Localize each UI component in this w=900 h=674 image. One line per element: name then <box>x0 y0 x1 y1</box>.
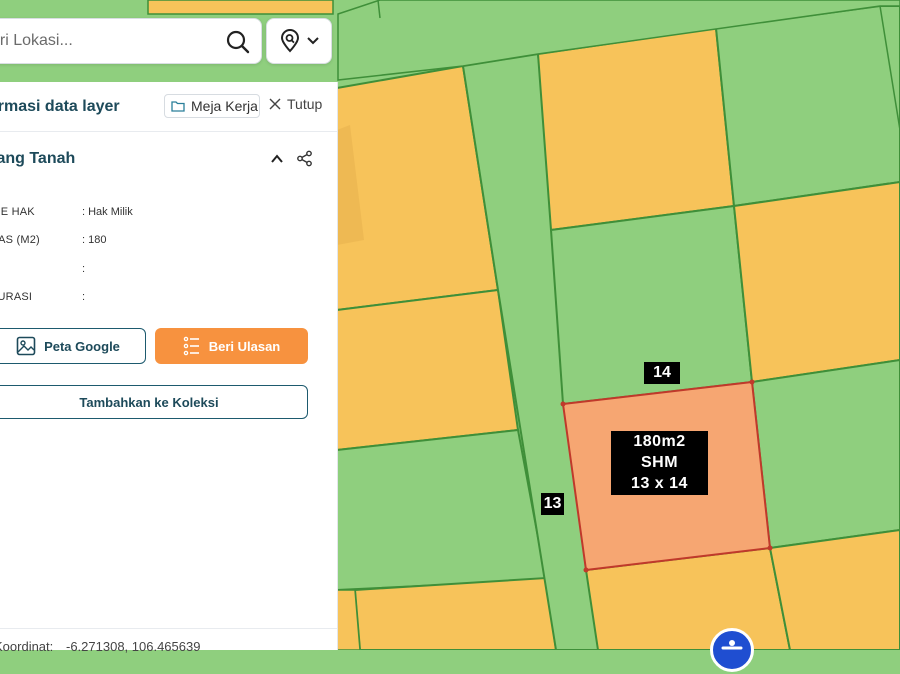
accessibility-icon <box>721 640 743 650</box>
add-to-collection-label: Tambahkan ke Koleksi <box>79 394 219 410</box>
parcel-info-label: 180m2 SHM 13 x 14 <box>611 431 708 495</box>
attribute-value: : <box>82 291 86 303</box>
accessibility-button[interactable] <box>710 628 754 672</box>
folder-icon <box>171 101 185 112</box>
attribute-value: : 180 <box>82 234 107 246</box>
chevron-up-icon[interactable] <box>270 152 284 166</box>
review-button[interactable]: Beri Ulasan <box>155 328 308 364</box>
parcel-dimension-label-top: 14 <box>644 362 680 384</box>
list-icon <box>183 336 199 356</box>
parcel-area-text: 180m2 <box>633 433 686 450</box>
google-maps-label: Peta Google <box>44 338 120 354</box>
chevron-down-icon <box>307 37 319 45</box>
meja-kerja-label: Meja Kerja <box>191 98 258 114</box>
coordinate-label: Koordinat: <box>0 639 54 654</box>
meja-kerja-button[interactable]: Meja Kerja <box>164 94 260 118</box>
attribute-label: IB <box>0 263 1 275</box>
parcel-dimension-label-left: 13 <box>541 493 564 515</box>
attribute-value: : Hak Milik <box>82 206 133 218</box>
share-icon[interactable] <box>296 150 313 167</box>
section-title: lang Tanah <box>0 150 76 167</box>
search-bar <box>0 18 262 64</box>
location-dropdown-button[interactable] <box>266 18 332 64</box>
coordinate-bar: Koordinat: -6.271308, 106.465639 <box>0 628 337 654</box>
coordinate-value: -6.271308, 106.465639 <box>66 639 201 654</box>
review-label: Beri Ulasan <box>208 338 281 354</box>
close-label: Tutup <box>287 96 323 112</box>
parcel-dimensions-text: 13 x 14 <box>631 475 688 492</box>
close-icon <box>269 98 281 110</box>
search-input[interactable] <box>0 32 191 50</box>
location-search-icon <box>280 29 300 53</box>
search-icon[interactable] <box>225 29 251 55</box>
attribute-label: IPE HAK <box>0 206 35 218</box>
panel-title: ormasi data layer <box>0 98 120 115</box>
close-button[interactable]: Tutup <box>269 96 322 112</box>
add-to-collection-button[interactable]: Tambahkan ke Koleksi <box>0 385 308 419</box>
attribute-label: UAS (M2) <box>0 234 40 246</box>
google-maps-button[interactable]: Peta Google <box>0 328 146 364</box>
attribute-label: KURASI <box>0 291 33 303</box>
image-icon <box>16 336 36 356</box>
attribute-value: : <box>82 263 86 275</box>
layer-info-panel: ormasi data layer Meja Kerja Tutup lang … <box>0 82 338 654</box>
parcel-rights-text: SHM <box>640 454 679 471</box>
panel-header: ormasi data layer Meja Kerja Tutup <box>0 82 337 132</box>
